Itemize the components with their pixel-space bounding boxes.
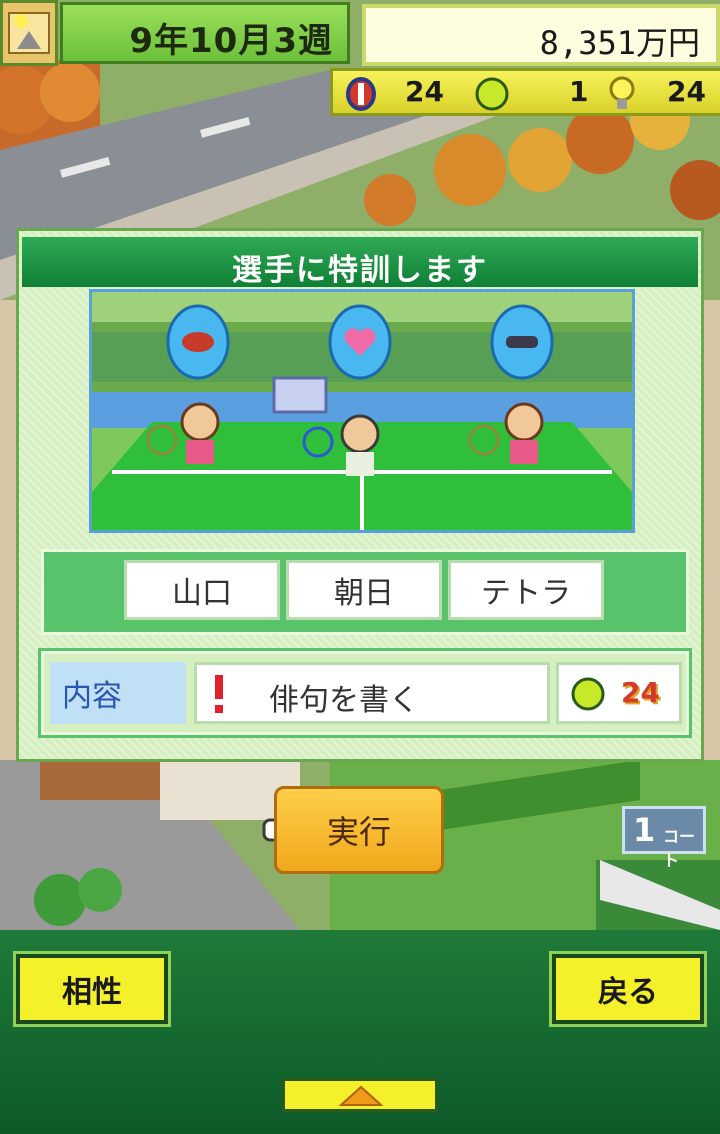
back-button[interactable]: 戻る xyxy=(549,951,707,1027)
cost-display: 24 xyxy=(556,662,682,724)
execute-button[interactable]: 実行 xyxy=(274,786,444,874)
date-text: 9年10月3週 xyxy=(129,21,333,61)
lightbulb-icon xyxy=(609,76,635,109)
dialog-title: 選手に特訓します xyxy=(232,253,488,288)
execute-label: 実行 xyxy=(327,813,392,851)
exclamation-icon xyxy=(215,675,223,713)
player-slot-3[interactable]: テトラ xyxy=(448,560,604,620)
shield-icon xyxy=(346,77,376,111)
bottom-bar: 相性 戻る xyxy=(0,930,720,1134)
calendar-icon[interactable] xyxy=(0,0,58,66)
court-sign: 1 コート xyxy=(622,806,706,870)
tennis-ball-icon xyxy=(571,677,605,711)
cost-value: 24 xyxy=(621,676,660,709)
resource-bar: 24 1 24 xyxy=(330,68,720,116)
content-label: 内容 xyxy=(50,662,186,724)
tennis-ball-icon xyxy=(475,77,509,111)
date-display: 9年10月3週 xyxy=(60,2,350,64)
dumbbell-flame-icon xyxy=(490,304,554,380)
heart-flame-icon xyxy=(328,304,392,380)
idea-count: 24 xyxy=(667,75,706,108)
shield-count: 24 xyxy=(405,75,444,108)
task-selector[interactable]: 俳句を書く xyxy=(194,662,550,724)
money-display: 8,351万円 xyxy=(362,4,720,66)
money-text: 8,351万円 xyxy=(539,24,700,62)
training-dialog: 選手に特訓します 山口 朝日 テトラ 内容 俳句を書く 24 xyxy=(16,228,704,762)
expand-menu-button[interactable] xyxy=(282,1078,438,1112)
task-name: 俳句を書く xyxy=(269,683,419,718)
court-label: コート xyxy=(663,827,696,870)
compatibility-button[interactable]: 相性 xyxy=(13,951,171,1027)
up-arrow-icon xyxy=(339,1085,383,1106)
dialog-header: 選手に特訓します xyxy=(22,237,698,288)
training-content-row: 内容 俳句を書く 24 xyxy=(38,648,692,738)
training-court-illustration xyxy=(89,289,635,533)
court-number: 1 xyxy=(633,811,656,849)
power-flame-icon xyxy=(166,304,230,380)
player-slot-1[interactable]: 山口 xyxy=(124,560,280,620)
player-slot-2[interactable]: 朝日 xyxy=(286,560,442,620)
ball-count: 1 xyxy=(569,75,589,108)
player-selector: 山口 朝日 テトラ xyxy=(41,549,689,635)
